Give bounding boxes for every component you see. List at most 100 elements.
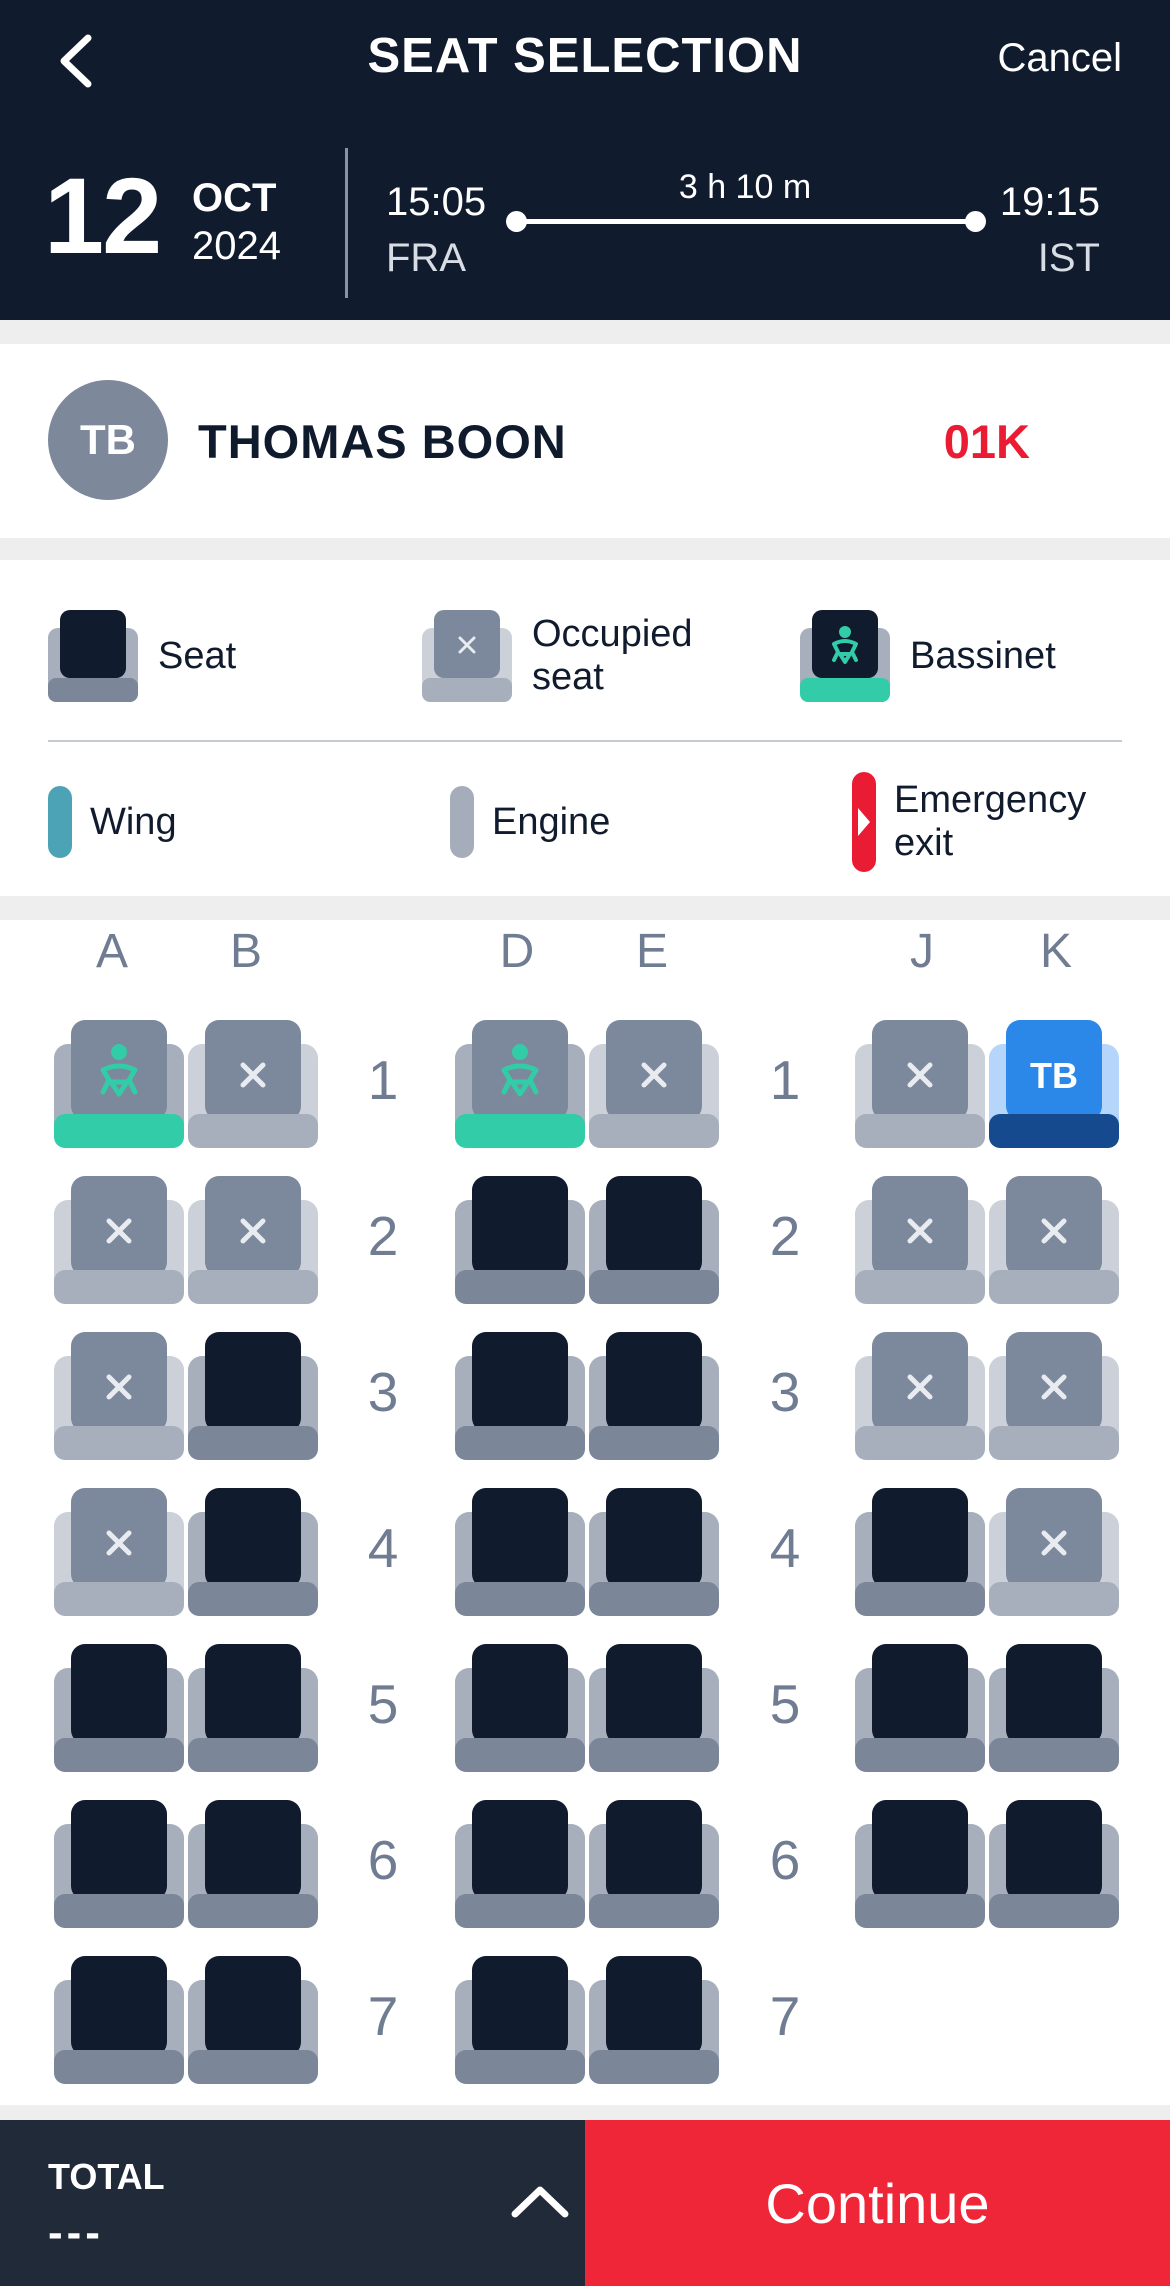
legend-occupied-text: Occupied seat [532,613,693,698]
flight-date-month: OCT [192,176,277,220]
column-letter: K [1039,925,1072,978]
row-number: 1 [769,1049,801,1111]
seat-7A[interactable] [54,1956,184,2084]
bassinet-seat-1D[interactable] [455,1020,585,1148]
flight-duration: 3 h 10 m [678,168,812,206]
occupied-seat-3J [855,1332,985,1460]
legend-wing: Wing [48,786,177,858]
page-title: SEAT SELECTION [367,29,803,83]
legend-exit-label-2: exit [894,822,954,864]
column-letter: D [499,925,535,978]
row-number: 3 [769,1361,801,1423]
seat-5B[interactable] [188,1644,318,1772]
route-end-dot [965,211,986,232]
occupied-seat-1J [855,1020,985,1148]
seat-map: A B D E J K 1 1 TB 2 2 3 3 4 4 5 5 6 6 7 7 [0,920,1170,2105]
engine-marker-icon [450,786,474,858]
legend-divider [48,740,1122,742]
departure-airport: FRA [386,236,466,280]
seat-6E[interactable] [589,1800,719,1928]
occupied-seat-2J [855,1176,985,1304]
header-divider [345,148,348,298]
occupied-seat-1B [188,1020,318,1148]
occupied-seat-1E [589,1020,719,1148]
row-number: 3 [367,1361,399,1423]
seat-6K[interactable] [989,1800,1119,1928]
total-value: --- [48,2208,104,2257]
seat-5K[interactable] [989,1644,1119,1772]
selected-seat-1K[interactable]: TB [989,1020,1119,1148]
occupied-seat-2B [188,1176,318,1304]
seat-5J[interactable] [855,1644,985,1772]
seat-6A[interactable] [54,1800,184,1928]
occupied-seat-2K [989,1176,1119,1304]
seat-3E[interactable] [589,1332,719,1460]
row-number: 7 [367,1985,399,2047]
row-number: 6 [769,1829,801,1891]
flight-date-day: 12 [44,155,162,276]
column-letter: E [635,925,668,978]
occupied-seat-icon [422,610,512,702]
seat-6B[interactable] [188,1800,318,1928]
flight-date-year: 2024 [192,224,281,268]
total-label: TOTAL [48,2156,165,2197]
seat-3D[interactable] [455,1332,585,1460]
legend-engine: Engine [450,786,610,858]
occupied-seat-2A [54,1176,184,1304]
seat-6J[interactable] [855,1800,985,1928]
bottom-bar: TOTAL --- Continue [0,2120,1170,2286]
arrival-time: 19:15 [999,180,1100,224]
row-number: 2 [367,1205,399,1267]
seat-2E[interactable] [589,1176,719,1304]
row-number: 1 [367,1049,399,1111]
seat-6D[interactable] [455,1800,585,1928]
avatar: TB [48,380,168,500]
seat-2D[interactable] [455,1176,585,1304]
legend-occupied-label-1: Occupied [532,613,693,656]
legend-exit-text: Emergency exit [894,779,1086,864]
continue-button[interactable]: Continue [585,2120,1170,2286]
legend-exit-label-1: Emergency [894,779,1087,822]
legend-occupied: Occupied seat [422,610,693,702]
seat-icon [48,610,138,702]
passenger-card[interactable]: TB THOMAS BOON 01K [0,344,1170,538]
column-letter: J [910,925,934,978]
seat-3B[interactable] [188,1332,318,1460]
seat-7D[interactable] [455,1956,585,2084]
svg-text:TB: TB [1030,1055,1078,1096]
total-panel[interactable]: TOTAL --- [0,2120,585,2286]
arrival-airport: IST [1037,236,1100,280]
seat-4B[interactable] [188,1488,318,1616]
legend-bassinet: Bassinet [800,610,1056,702]
occupied-seat-4A [54,1488,184,1616]
column-letter: B [229,925,262,978]
header: SEAT SELECTION Cancel 12 OCT 2024 15:05 … [0,0,1170,320]
column-letter: A [95,925,128,978]
emergency-exit-icon [852,772,876,872]
legend-bassinet-label: Bassinet [910,634,1056,677]
row-number: 7 [769,1985,801,2047]
seat-4J[interactable] [855,1488,985,1616]
seat-legend: Seat Occupied seat Bassinet Wing Engine [0,560,1170,896]
bassinet-seat-1A[interactable] [54,1020,184,1148]
passenger-name: THOMAS BOON [198,415,567,468]
chevron-up-icon [511,2186,569,2218]
seat-5E[interactable] [589,1644,719,1772]
seat-4E[interactable] [589,1488,719,1616]
seat-7E[interactable] [589,1956,719,2084]
route-line [516,219,976,224]
expand-total-button[interactable] [505,2168,575,2238]
legend-seat: Seat [48,610,236,702]
cancel-button[interactable]: Cancel [997,36,1122,81]
seat-5D[interactable] [455,1644,585,1772]
route-start-dot [506,211,527,232]
wing-marker-icon [48,786,72,858]
legend-wing-label: Wing [90,800,177,843]
legend-engine-label: Engine [492,800,611,843]
seat-5A[interactable] [54,1644,184,1772]
seat-7B[interactable] [188,1956,318,2084]
occupied-seat-3K [989,1332,1119,1460]
row-number: 6 [367,1829,399,1891]
seat-4D[interactable] [455,1488,585,1616]
legend-occupied-label-2: seat [532,656,604,698]
